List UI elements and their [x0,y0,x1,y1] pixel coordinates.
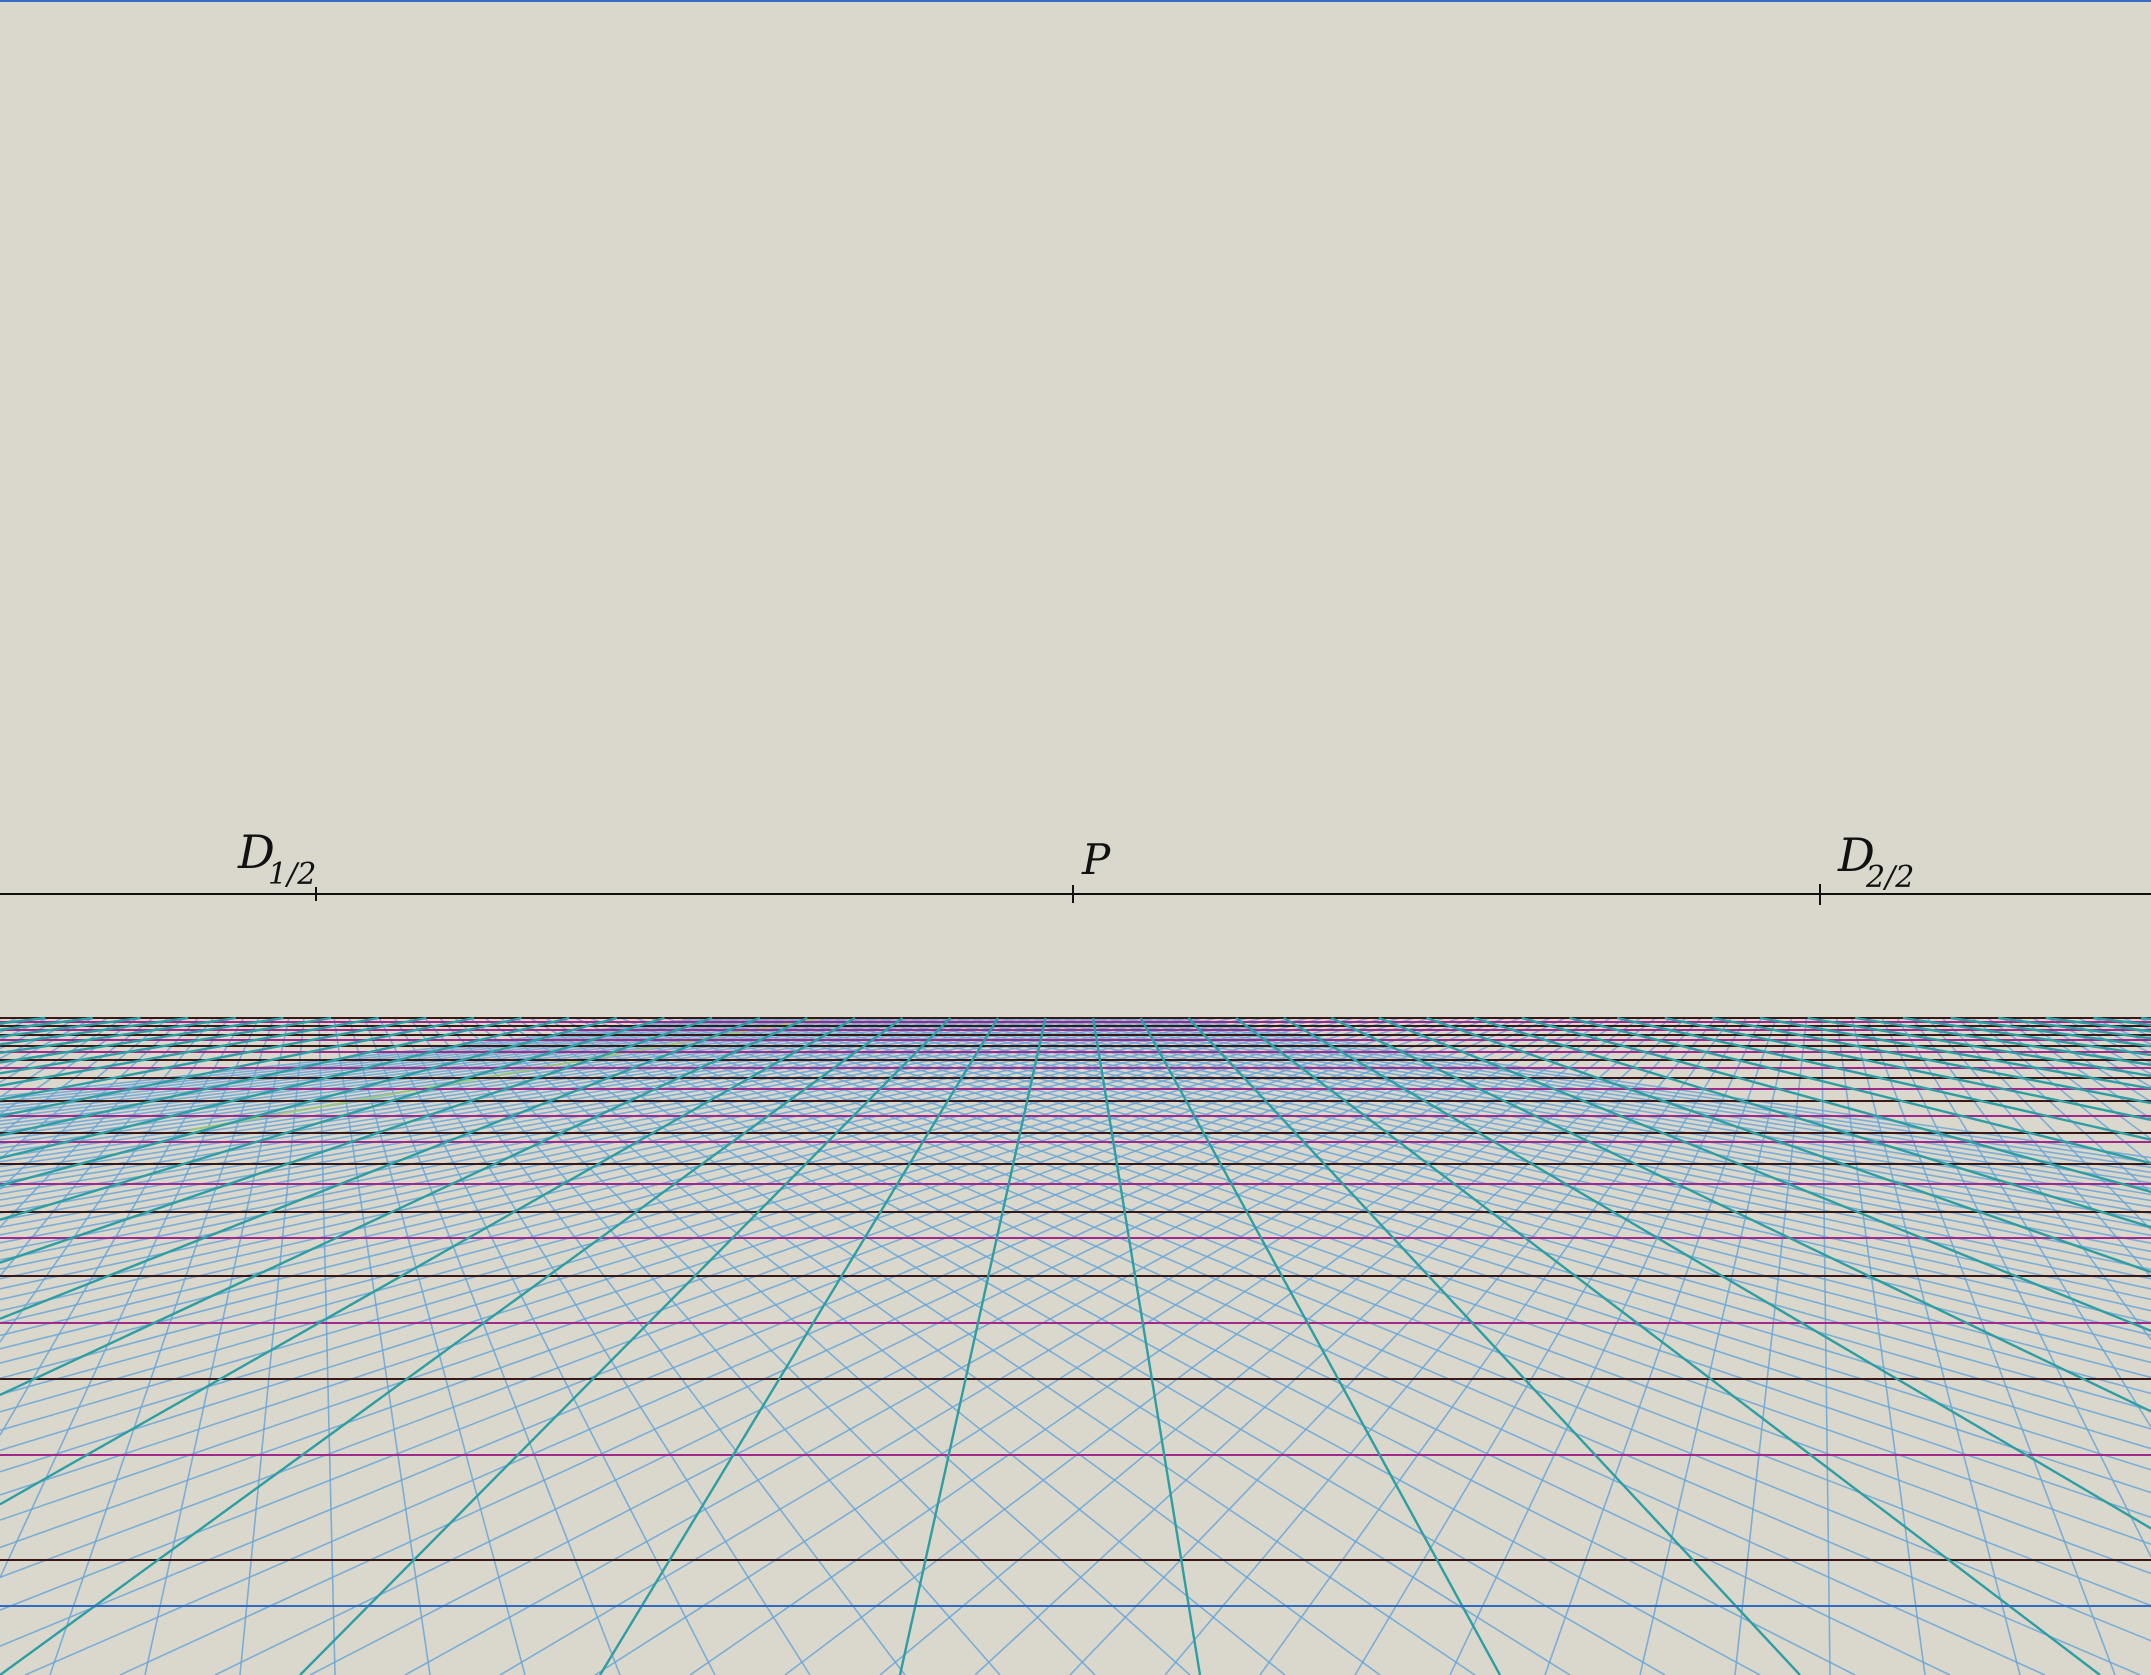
orthogonal-line [2140,1016,2151,1021]
orthogonal-line [1521,1016,2151,1193]
orthogonal-line [1378,1016,2151,1333]
cross-icon [1064,885,1082,903]
point-p-label: P [1081,835,1111,884]
diagonal-line [680,1017,2151,1519]
floor-grid [0,1016,2151,1675]
point-d1-group: D 1/2 [237,825,324,901]
point-d1-subscript: 1/2 [268,857,316,892]
diagonal-line [620,1017,2151,1642]
diagonal-line [1881,1017,2151,1558]
diagonal-line [1073,1017,2151,1196]
perspective-diagram: D 1/2 P D 2/2 [0,0,2151,1675]
point-p-group: P [1064,835,1111,903]
cross-icon [1810,884,1830,905]
diagonal-line [0,1017,1400,1432]
diagonal-line [1956,1017,2151,1194]
perspective-grid-canvas: D 1/2 P D 2/2 [0,0,2151,1675]
point-d2-subscript: 2/2 [1865,860,1914,895]
